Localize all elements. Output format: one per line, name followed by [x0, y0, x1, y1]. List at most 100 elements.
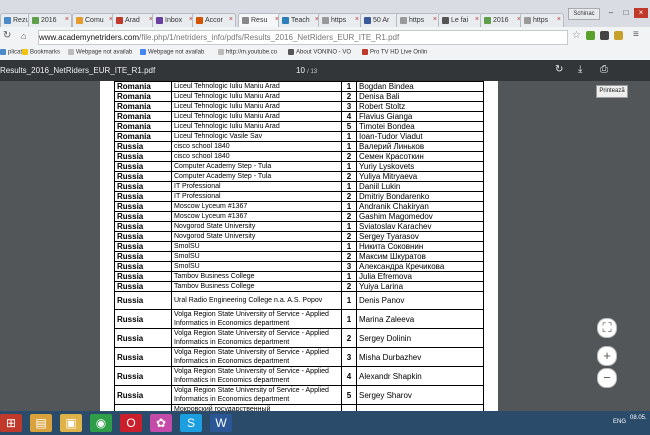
name-cell: Sviatoslav Karachev: [356, 221, 484, 232]
rank-cell: 2: [341, 211, 357, 222]
zoom-in-icon[interactable]: +: [597, 346, 617, 366]
results-table: Romania Liceul Tehnologic Iuliu Maniu Ara…: [114, 81, 484, 411]
extension-icon[interactable]: [586, 31, 595, 40]
rank-cell: 4: [341, 111, 357, 122]
tab[interactable]: https ×: [520, 13, 564, 27]
table-row: Russia Moscow Lyceum #1367 1 Andranik Chaki…: [114, 201, 484, 212]
rank-cell: 2: [341, 251, 357, 262]
tab-label: https: [533, 17, 549, 24]
bookmark-icon: [68, 49, 74, 55]
tab[interactable]: Arad ×: [112, 13, 156, 27]
opera-icon[interactable]: O: [120, 414, 142, 432]
name-cell: Ioan-Tudor Viadut: [356, 131, 484, 142]
name-cell: Yuiya Larina: [356, 281, 484, 292]
school-cell: Volga Region State University of Service…: [171, 328, 342, 348]
download-icon[interactable]: ⤓: [578, 64, 582, 75]
country-cell: Russia: [114, 191, 172, 202]
tab[interactable]: Teach ×: [278, 13, 322, 27]
country-cell: Russia: [114, 347, 172, 367]
country-cell: Russia: [114, 161, 172, 172]
menu-icon[interactable]: ≡: [633, 29, 639, 40]
bookmark-icon: [362, 49, 368, 55]
rank-cell: 1: [341, 271, 357, 282]
tab[interactable]: Resu ×: [238, 13, 282, 27]
rotate-icon[interactable]: ↻: [555, 64, 563, 75]
table-row: Russia Computer Academy Step - Tula 2 Yuliy…: [114, 171, 484, 182]
tab[interactable]: https ×: [396, 13, 440, 27]
table-row: Romania Liceul Tehnologic Vasile Sav 1 Ioan…: [114, 131, 484, 142]
url-domain: www.academynetriders.com: [39, 33, 140, 42]
country-cell: Russia: [114, 328, 172, 348]
bookmark-item[interactable]: Pro TV HD Live Onlin: [362, 49, 427, 56]
reload-icon[interactable]: ↻: [3, 30, 11, 41]
bookmark-item[interactable]: About VONINO - VO: [288, 49, 351, 56]
school-cell: SmolSU: [171, 251, 342, 262]
pdf-page[interactable]: Romania Liceul Tehnologic Iuliu Maniu Ara…: [100, 81, 498, 411]
school-cell: Liceul Tehnologic Vasile Sav: [171, 131, 342, 142]
rank-cell: 1: [341, 221, 357, 232]
fit-page-icon[interactable]: ⛶: [597, 318, 617, 338]
table-row: Russia IT Professional 2 Dmitriy Bondarenko: [114, 191, 484, 202]
country-cell: Russia: [114, 141, 172, 152]
tab-label: Accor: [205, 17, 223, 24]
bookmark-item[interactable]: Bookmarks: [22, 49, 60, 56]
tab[interactable]: Comu ×: [72, 13, 116, 27]
table-row: Russia Volga Region State University of S…: [114, 309, 484, 329]
school-cell: Liceul Tehnologic Iuliu Maniu Arad: [171, 111, 342, 122]
profile-button[interactable]: Schinac: [568, 8, 600, 20]
tab[interactable]: Accor ×: [192, 13, 236, 27]
extension-icon[interactable]: [600, 31, 609, 40]
clock[interactable]: 08.05.: [630, 415, 647, 421]
country-cell: Russia: [114, 281, 172, 292]
app-pink-icon[interactable]: ✿: [150, 414, 172, 432]
tab[interactable]: https ×: [318, 13, 362, 27]
skype-icon[interactable]: S: [180, 414, 202, 432]
tab-close-icon[interactable]: ×: [475, 16, 479, 23]
tab[interactable]: 2016 ×: [480, 13, 524, 27]
tab[interactable]: 2016 ×: [28, 13, 72, 27]
country-cell: Romania: [114, 111, 172, 122]
rank-cell: 1: [341, 201, 357, 212]
zoom-out-icon[interactable]: −: [597, 368, 617, 388]
name-cell: Sergey Sharov: [356, 385, 484, 405]
folder-icon[interactable]: ▣: [60, 414, 82, 432]
tab-favicon-icon: [116, 17, 123, 24]
url-input[interactable]: www.academynetriders.com/file.php/1/netr…: [38, 30, 568, 45]
tab-close-icon[interactable]: ×: [65, 16, 69, 23]
tab-close-icon[interactable]: ×: [433, 16, 437, 23]
page-current[interactable]: 10: [296, 66, 305, 75]
word-icon[interactable]: W: [210, 414, 232, 432]
print-icon[interactable]: ⎙: [600, 64, 608, 75]
extension-icon[interactable]: [614, 31, 623, 40]
star-icon[interactable]: ☆: [572, 30, 581, 41]
close-icon[interactable]: ×: [634, 8, 648, 18]
name-cell: Gashim Magomedov: [356, 211, 484, 222]
name-cell: Максим Шкуратов: [356, 251, 484, 262]
minimize-icon[interactable]: –: [604, 8, 618, 18]
bookmark-item[interactable]: Webpage not availab: [68, 49, 132, 56]
tab-close-icon[interactable]: ×: [355, 16, 359, 23]
country-cell: Romania: [114, 121, 172, 132]
tab-strip: Rezultatele×2016×Comu×Arad×Inbox×Accor×R…: [0, 0, 650, 28]
tab-label: https: [331, 17, 347, 24]
file-explorer-icon[interactable]: ▤: [30, 414, 52, 432]
tab[interactable]: Le fai ×: [438, 13, 482, 27]
bookmark-item[interactable]: http://m.youtube.co: [218, 49, 277, 56]
country-cell: Russia: [114, 211, 172, 222]
tab-favicon-icon: [242, 17, 249, 24]
rank-cell: 1: [341, 309, 357, 329]
chrome-icon[interactable]: ◉: [90, 414, 112, 432]
table-row: Romania Liceul Tehnologic Iuliu Maniu Ara…: [114, 91, 484, 102]
start-icon[interactable]: ⊞: [0, 414, 22, 432]
tab-close-icon[interactable]: ×: [557, 16, 561, 23]
school-cell: Ural Radio Engineering College n.a. A.S.…: [171, 291, 342, 310]
tab[interactable]: Inbox ×: [152, 13, 196, 27]
home-icon[interactable]: ⌂: [21, 31, 26, 41]
tab-close-icon[interactable]: ×: [229, 16, 233, 23]
bookmark-item[interactable]: plicati: [0, 49, 23, 56]
maximize-icon[interactable]: □: [619, 8, 633, 18]
rank-cell: 1: [341, 241, 357, 252]
language-indicator[interactable]: ENG: [613, 419, 626, 425]
rank-cell: 5: [341, 121, 357, 132]
bookmark-item[interactable]: Webpage not availab: [140, 49, 204, 56]
